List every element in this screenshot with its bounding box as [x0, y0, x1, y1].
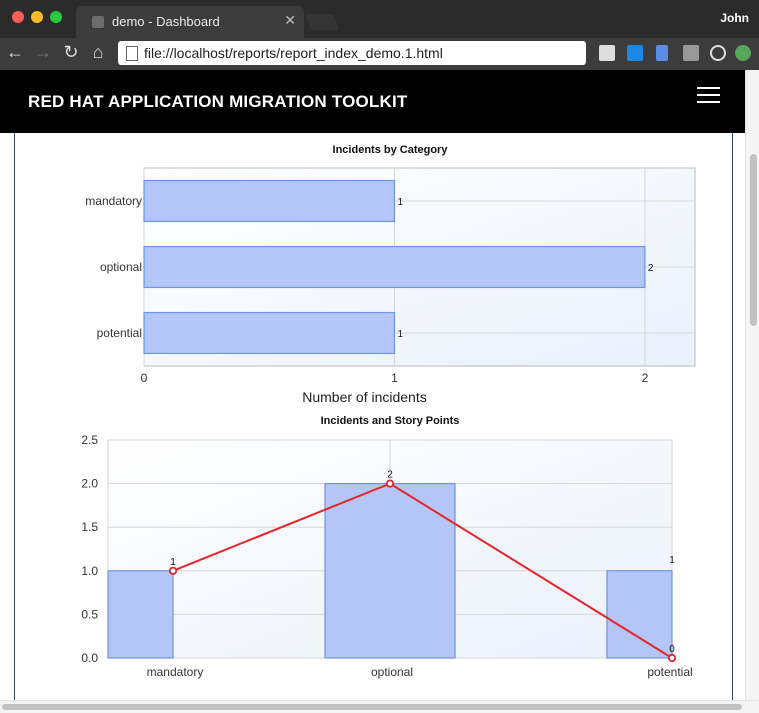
line-data-label: 2 — [387, 470, 393, 481]
y-tick-label: 0.5 — [81, 607, 98, 621]
bar — [143, 311, 396, 355]
y-tick-label: mandatory — [85, 194, 142, 208]
maximize-window-button[interactable] — [50, 11, 62, 23]
reload-icon[interactable]: ↻ — [60, 42, 82, 63]
chart1-title: Incidents by Category — [332, 144, 448, 156]
bar — [606, 570, 673, 659]
extension-jb-icon[interactable] — [683, 45, 699, 61]
menu-icon[interactable] — [697, 87, 720, 103]
chart2-title: Incidents and Story Points — [320, 415, 460, 427]
minimize-window-button[interactable] — [31, 11, 43, 23]
browser-toolbar: ← → ↻ ⌂ file://localhost/reports/report_… — [0, 38, 759, 70]
y-tick-label: optional — [100, 260, 142, 274]
vertical-scrollbar[interactable] — [745, 70, 759, 700]
x-tick-label: mandatory — [147, 665, 204, 679]
line-point — [667, 653, 677, 663]
tab-title: demo - Dashboard — [112, 14, 220, 29]
x-tick-label: 0 — [141, 371, 148, 385]
browser-titlebar: demo - Dashboard ✕ John — [0, 0, 759, 38]
app-header: RED HAT APPLICATION MIGRATION TOOLKIT — [0, 70, 745, 133]
extension-target-icon[interactable] — [710, 45, 726, 61]
extension-update-icon[interactable] — [735, 45, 751, 61]
profile-name[interactable]: John — [720, 11, 749, 25]
page-icon — [126, 46, 138, 61]
address-bar[interactable]: file://localhost/reports/report_index_de… — [118, 41, 586, 65]
bar — [143, 179, 396, 223]
horizontal-scrollbar[interactable] — [0, 700, 759, 713]
forward-icon[interactable]: → — [32, 42, 54, 63]
url-text: file://localhost/reports/report_index_de… — [144, 45, 443, 61]
x-tick-label: 1 — [391, 371, 398, 385]
tab-favicon-icon — [92, 16, 104, 28]
y-tick-label: potential — [97, 326, 142, 340]
x-tick-label: 2 — [642, 371, 649, 385]
y-tick-label: 1.0 — [81, 564, 98, 578]
y-tick-label: 0.0 — [81, 651, 98, 665]
incidents-by-category-chart: 0 1 2 1 mandatory 2 optional 1 potential Number o… — [85, 167, 696, 405]
line-point — [385, 479, 395, 488]
extension-pen-icon[interactable] — [656, 45, 668, 61]
back-icon[interactable]: ← — [4, 42, 26, 63]
data-label: 1 — [397, 329, 403, 340]
line-data-label: 1 — [170, 557, 176, 568]
bar — [107, 570, 174, 659]
x-axis-label: Number of incidents — [302, 389, 427, 405]
vertical-scroll-thumb[interactable] — [750, 154, 757, 326]
new-tab-button[interactable] — [305, 14, 339, 30]
tab-close-icon[interactable]: ✕ — [284, 12, 296, 29]
bar-data-label: 1 — [669, 555, 675, 566]
incidents-and-story-points-chart: 0.0 0.5 1.0 1.5 2.0 2.5 mandatory optional 1 pote… — [81, 433, 692, 679]
x-tick-label: optional — [371, 665, 413, 679]
bar — [143, 245, 646, 289]
data-label: 2 — [648, 263, 654, 274]
close-window-button[interactable] — [12, 11, 24, 23]
app-brand[interactable]: RED HAT APPLICATION MIGRATION TOOLKIT — [28, 92, 408, 112]
x-tick-label: potential — [647, 665, 692, 679]
browser-tab[interactable]: demo - Dashboard ✕ — [76, 6, 304, 38]
y-tick-label: 2.5 — [81, 433, 98, 447]
y-tick-label: 2.0 — [81, 477, 98, 491]
y-tick-label: 1.5 — [81, 520, 98, 534]
line-data-label: 0 — [669, 644, 675, 655]
web-page: RED HAT APPLICATION MIGRATION TOOLKIT In… — [0, 70, 745, 712]
extension-b-icon[interactable] — [599, 45, 615, 61]
bar — [324, 482, 456, 659]
horizontal-scroll-thumb[interactable] — [2, 704, 742, 710]
line-point — [168, 566, 178, 575]
extension-blue-icon[interactable] — [627, 45, 643, 61]
data-label: 1 — [397, 197, 403, 208]
home-icon[interactable]: ⌂ — [87, 42, 109, 63]
